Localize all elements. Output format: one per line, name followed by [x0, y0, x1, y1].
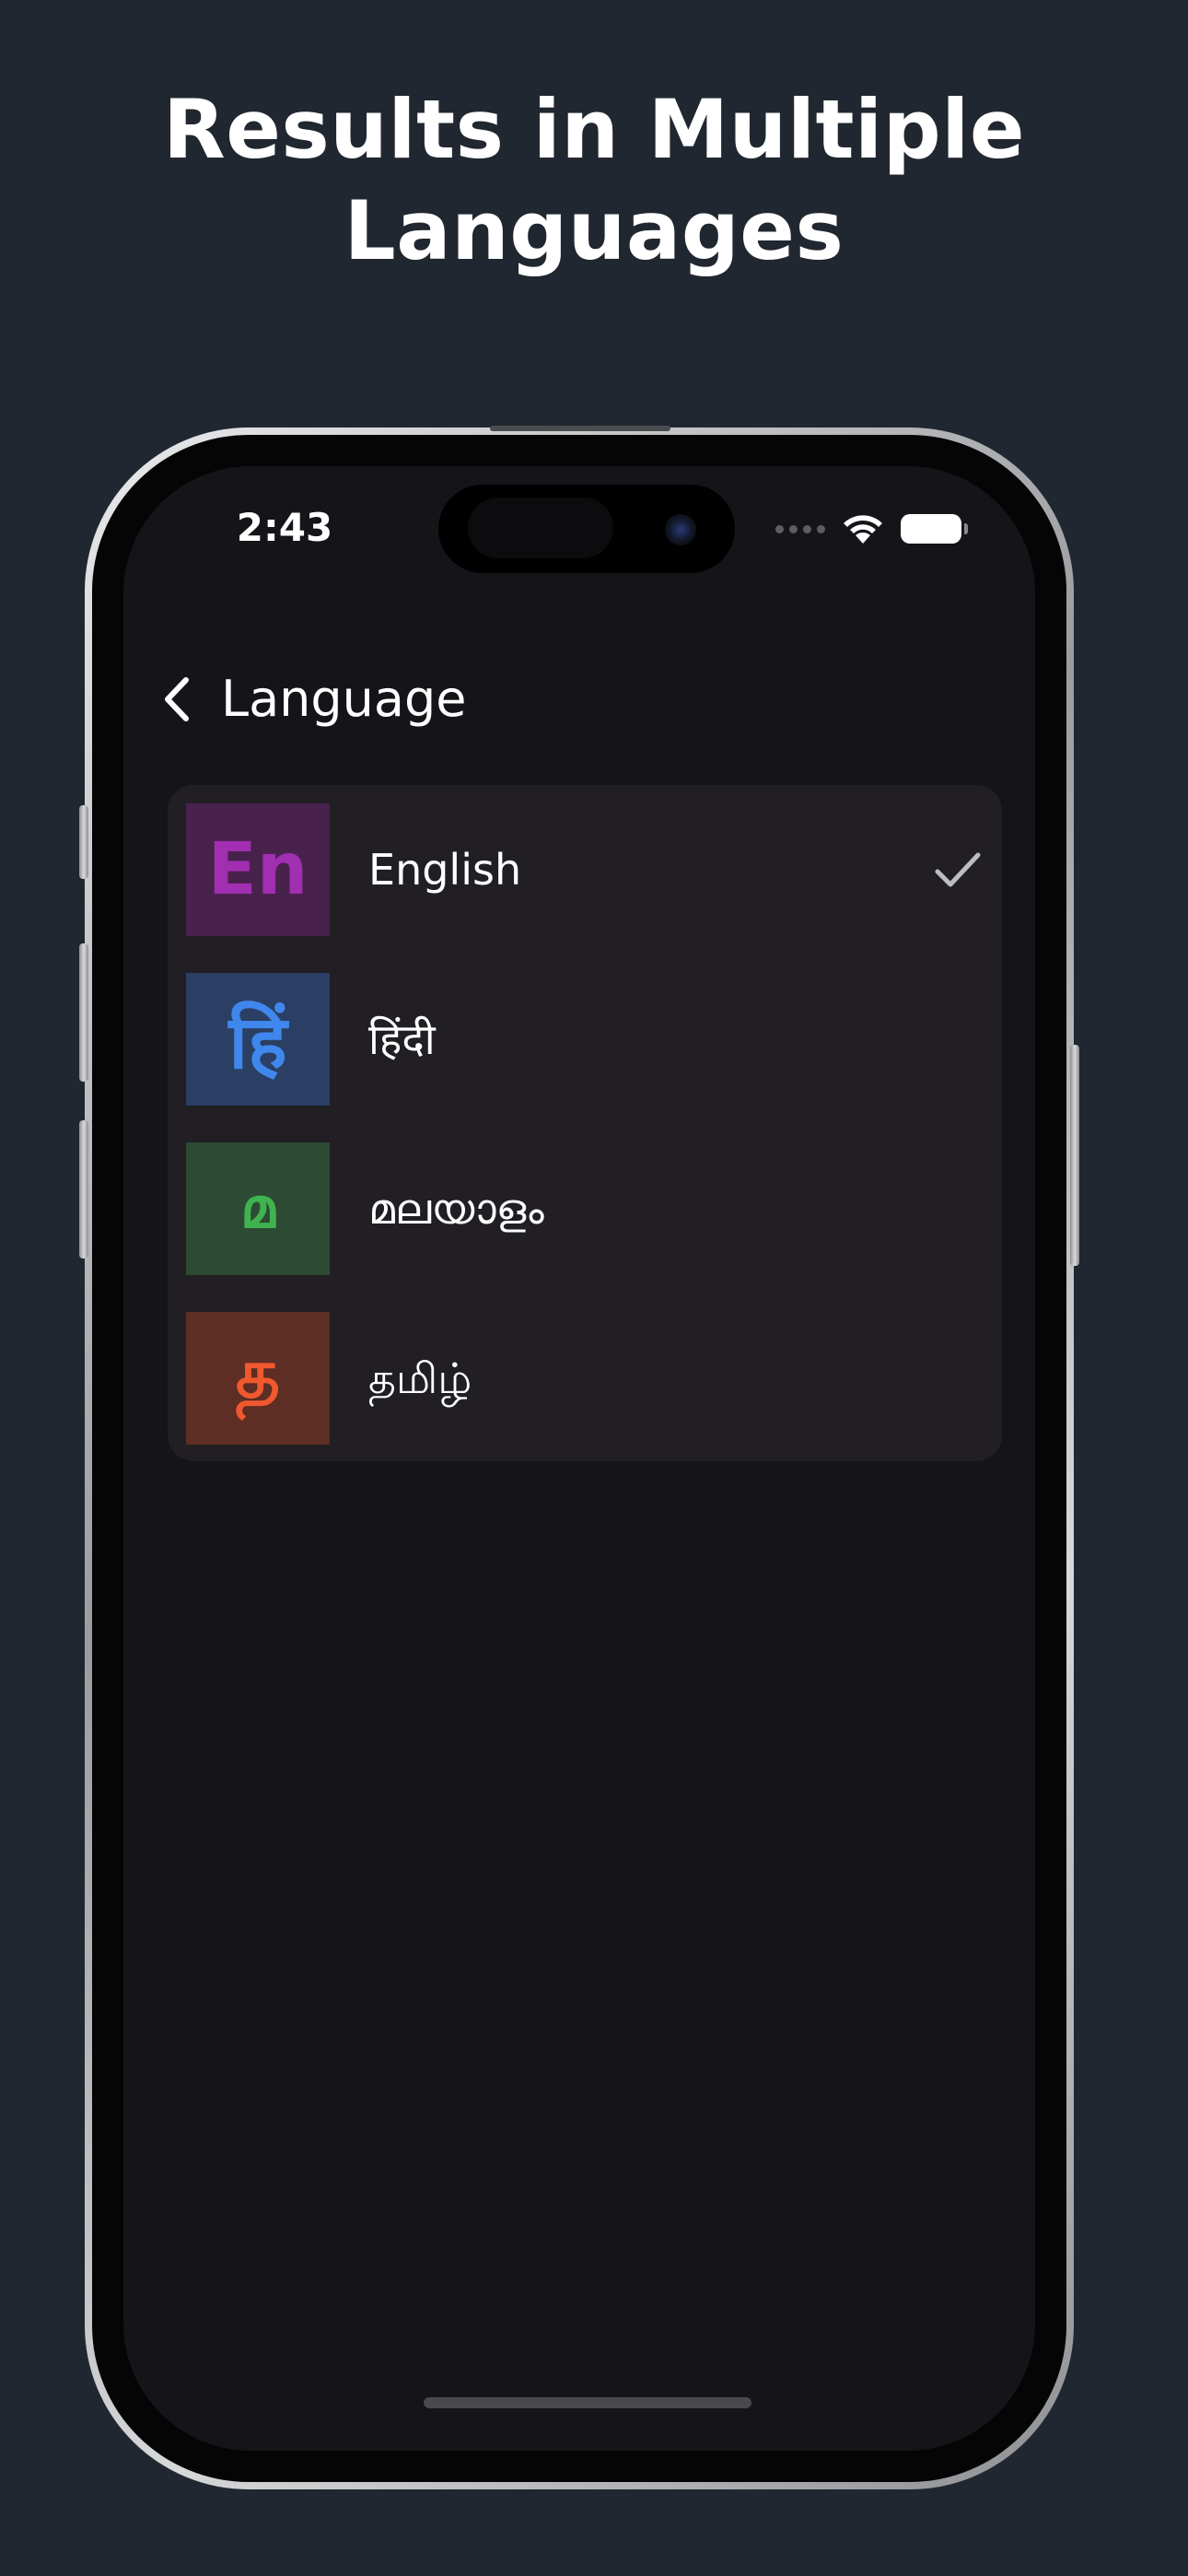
cellular-dots-icon — [775, 524, 825, 533]
language-label-english: English — [368, 845, 522, 895]
checkmark-icon — [935, 852, 981, 887]
phone-bezel: 2:43 Language En English हिं हिंदी മ മലയ… — [92, 435, 1066, 2482]
headline-line-2: Languages — [344, 183, 844, 278]
language-list: En English हिं हिंदी മ മലയാളം த தமிழ் — [168, 785, 1002, 1461]
language-option-tamil[interactable]: த தமிழ் — [186, 1312, 987, 1445]
phone-screen: 2:43 Language En English हिं हिंदी മ മലയ… — [123, 466, 1035, 2451]
language-label-malayalam: മലയാളം — [368, 1184, 544, 1234]
marketing-headline: Results in Multiple Languages — [0, 79, 1188, 282]
status-time: 2:43 — [236, 505, 333, 550]
chevron-left-icon — [165, 677, 189, 721]
language-badge-tamil: த — [186, 1312, 330, 1445]
front-camera-icon — [665, 514, 696, 545]
island-sensor — [468, 498, 613, 558]
language-option-malayalam[interactable]: മ മലയാളം — [186, 1142, 987, 1275]
wifi-icon — [844, 515, 882, 544]
app-store-screenshot: Results in Multiple Languages 2:43 Langu… — [0, 0, 1188, 2576]
phone-frame: 2:43 Language En English हिं हिंदी മ മലയ… — [79, 426, 1079, 2489]
language-badge-english: En — [186, 803, 330, 936]
action-button — [79, 805, 88, 879]
language-label-hindi: हिंदी — [368, 1014, 436, 1064]
language-option-hindi[interactable]: हिं हिंदी — [186, 973, 987, 1106]
page-title: Language — [221, 670, 467, 728]
headline-line-1: Results in Multiple — [162, 82, 1026, 177]
volume-up-button — [79, 943, 88, 1082]
status-icons — [775, 510, 968, 547]
battery-icon — [901, 514, 968, 544]
language-label-tamil: தமிழ் — [368, 1353, 472, 1403]
dynamic-island — [438, 485, 735, 573]
volume-down-button — [79, 1120, 88, 1259]
language-badge-hindi: हिं — [186, 973, 330, 1106]
home-indicator[interactable] — [424, 2397, 751, 2408]
speaker-slit — [490, 426, 670, 431]
language-badge-malayalam: മ — [186, 1142, 330, 1275]
language-option-english[interactable]: En English — [186, 803, 987, 936]
back-button[interactable] — [149, 667, 204, 732]
power-button — [1070, 1045, 1079, 1266]
